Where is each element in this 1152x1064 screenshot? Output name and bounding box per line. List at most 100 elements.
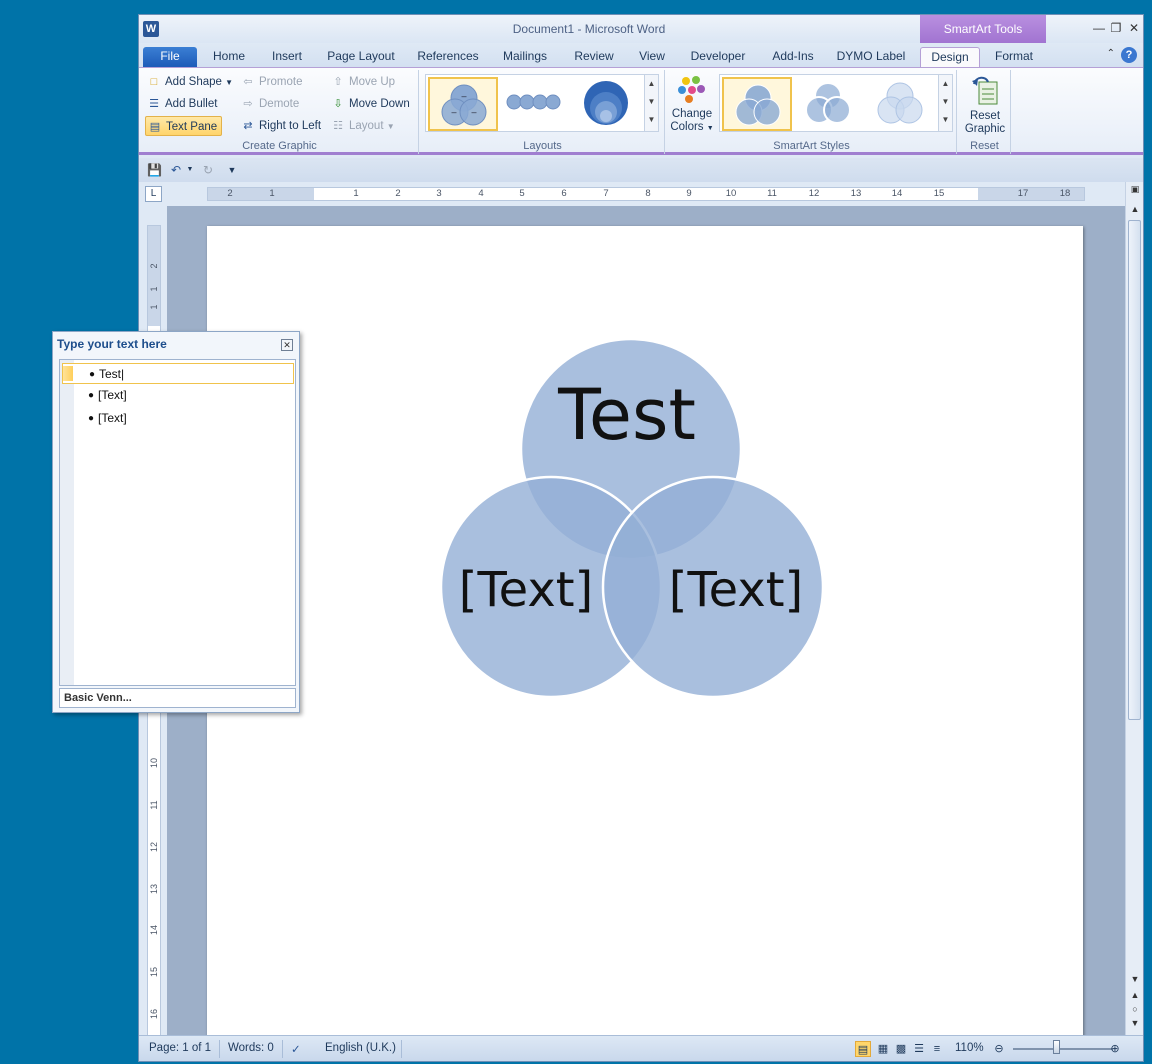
venn-label-right[interactable]: [Text] <box>661 562 811 618</box>
tab-page-layout[interactable]: Page Layout <box>323 47 399 67</box>
tab-view[interactable]: View <box>633 47 671 67</box>
undo-icon[interactable]: ↶ <box>169 163 183 177</box>
move-down-button[interactable]: ⇩ Move Down <box>329 94 409 114</box>
scroll-up-icon[interactable]: ▲ <box>645 75 658 93</box>
style-subtle-effect[interactable] <box>866 77 936 131</box>
venn-label-top[interactable]: Test <box>537 374 717 456</box>
save-icon[interactable]: 💾 <box>147 163 162 177</box>
tab-design[interactable]: Design <box>920 47 980 67</box>
minimize-button[interactable]: — <box>1091 21 1107 35</box>
scroll-down-icon[interactable]: ▼ <box>939 93 952 111</box>
vruler-tick-label: 10 <box>149 757 159 768</box>
tab-home[interactable]: Home <box>207 47 251 67</box>
move-up-arrow-icon: ⇧ <box>333 76 343 88</box>
ruler-tick-label: 12 <box>808 188 820 199</box>
styles-gallery-scroll[interactable]: ▲ ▼ ▼ <box>938 75 952 131</box>
document-page[interactable]: Test [Text] [Text] <box>207 226 1083 1036</box>
linear-venn-thumbnail <box>506 94 561 110</box>
horizontal-ruler[interactable]: 2 1 1 2 3 4 5 6 7 8 9 10 11 12 13 14 15 17 18 <box>207 187 1085 201</box>
promote-button[interactable]: ⇦ Promote <box>239 72 302 92</box>
tab-selector[interactable]: L <box>145 186 162 202</box>
right-to-left-icon: ⇄ <box>243 120 253 132</box>
reset-graphic-button[interactable]: Reset Graphic <box>960 74 1010 136</box>
move-up-button[interactable]: ⇧ Move Up <box>329 72 395 92</box>
basic-venn-thumbnail: – – – <box>441 84 487 126</box>
previous-page-icon[interactable]: ▲ <box>1129 990 1141 1000</box>
tab-mailings[interactable]: Mailings <box>495 47 555 67</box>
zoom-level[interactable]: 110% <box>955 1042 984 1054</box>
text-pane-button[interactable]: ▤ Text Pane <box>145 116 223 136</box>
tab-add-ins[interactable]: Add-Ins <box>765 47 821 67</box>
layout-basic-venn[interactable]: – – – <box>428 77 498 131</box>
close-window-button[interactable]: ✕ <box>1126 21 1142 35</box>
tab-file[interactable]: File <box>143 47 197 67</box>
scroll-up-arrow-icon[interactable]: ▲ <box>1129 204 1141 214</box>
zoom-slider-thumb[interactable] <box>1053 1040 1060 1054</box>
language[interactable]: English (U.K.) <box>325 1042 396 1054</box>
tab-review[interactable]: Review <box>567 47 621 67</box>
list-item[interactable]: ● [Text] <box>62 408 294 429</box>
next-page-icon[interactable]: ▼ <box>1129 1018 1141 1028</box>
scroll-up-icon[interactable]: ▲ <box>939 75 952 93</box>
venn-diagram[interactable] <box>207 226 1083 1036</box>
customize-qat-icon[interactable]: ▼ <box>225 163 239 177</box>
vertical-scrollbar[interactable]: ▣ ▲ ▼ ▲ ○ ▼ <box>1125 182 1143 1038</box>
more-icon[interactable]: ▼ <box>939 111 952 129</box>
zoom-slider[interactable] <box>1013 1048 1113 1050</box>
right-to-left-button[interactable]: ⇄ Right to Left <box>239 116 321 136</box>
proofing-icon[interactable]: ✓ <box>291 1042 301 1056</box>
select-browse-object-icon[interactable]: ○ <box>1129 1004 1141 1014</box>
undo-dropdown-icon[interactable]: ▼ <box>183 163 197 177</box>
minimize-ribbon-icon[interactable]: ⌃ <box>1107 48 1115 59</box>
layouts-gallery-scroll[interactable]: ▲ ▼ ▼ <box>644 75 658 131</box>
page-count[interactable]: Page: 1 of 1 <box>149 1042 211 1054</box>
tab-insert[interactable]: Insert <box>263 47 311 67</box>
style-simple-fill[interactable] <box>722 77 792 131</box>
full-screen-reading-icon[interactable]: ▦ <box>875 1041 891 1057</box>
layout-button[interactable]: ☷ Layout ▼ <box>329 116 395 136</box>
restore-button[interactable]: ❐ <box>1108 21 1124 35</box>
text-pane-footer[interactable]: Basic Venn... <box>59 688 296 708</box>
word-count[interactable]: Words: 0 <box>228 1042 274 1054</box>
help-icon[interactable]: ? <box>1121 47 1137 63</box>
tab-format[interactable]: Format <box>987 47 1041 67</box>
document-area[interactable]: Test [Text] [Text] <box>167 206 1125 1036</box>
more-icon[interactable]: ▼ <box>645 111 658 129</box>
vruler-tick-label: 14 <box>149 924 159 935</box>
redo-icon[interactable]: ↻ <box>201 163 215 177</box>
style-white-outline[interactable] <box>794 77 864 131</box>
list-item[interactable]: ● [Text] <box>62 385 294 406</box>
tab-dymo-label[interactable]: DYMO Label <box>835 47 907 67</box>
move-down-arrow-icon: ⇩ <box>333 98 343 110</box>
ruler-tick-label: 3 <box>436 188 442 199</box>
add-bullet-button[interactable]: ☰ Add Bullet <box>145 94 217 114</box>
zoom-in-icon[interactable]: ⊕ <box>1107 1041 1123 1057</box>
ruler-tick-label: 10 <box>725 188 737 199</box>
bullet-icon: ● <box>88 413 95 424</box>
tab-developer[interactable]: Developer <box>685 47 751 67</box>
print-layout-view-icon[interactable]: ▤ <box>855 1041 871 1057</box>
add-shape-button[interactable]: □ Add Shape ▼ <box>145 72 233 92</box>
status-separator <box>401 1040 402 1058</box>
change-colors-button[interactable]: Change Colors ▼ <box>667 74 717 135</box>
list-item[interactable]: ● Test| <box>62 363 294 384</box>
layout-linear-venn[interactable] <box>502 77 572 131</box>
zoom-out-icon[interactable]: ⊖ <box>991 1041 1007 1057</box>
scroll-down-arrow-icon[interactable]: ▼ <box>1129 974 1141 984</box>
close-icon[interactable]: ✕ <box>281 339 293 351</box>
layout-stacked-venn[interactable] <box>572 77 642 131</box>
layouts-gallery[interactable]: – – – ▲ ▼ ▼ <box>425 74 659 132</box>
ruler-toggle-icon[interactable]: ▣ <box>1129 184 1141 195</box>
text-pane-list[interactable]: ● Test| ● [Text] ● [Text] <box>59 359 296 686</box>
demote-button[interactable]: ⇨ Demote <box>239 94 299 114</box>
web-layout-icon[interactable]: ▩ <box>893 1041 909 1057</box>
selection-marker <box>63 366 73 381</box>
venn-label-left[interactable]: [Text] <box>451 562 601 618</box>
scrollbar-thumb[interactable] <box>1128 220 1141 720</box>
ruler-tick-label: 17 <box>1017 188 1029 199</box>
tab-references[interactable]: References <box>413 47 483 67</box>
draft-view-icon[interactable]: ≡ <box>929 1041 945 1057</box>
scroll-down-icon[interactable]: ▼ <box>645 93 658 111</box>
outline-view-icon[interactable]: ☰ <box>911 1041 927 1057</box>
smartart-styles-gallery[interactable]: ▲ ▼ ▼ <box>719 74 953 132</box>
